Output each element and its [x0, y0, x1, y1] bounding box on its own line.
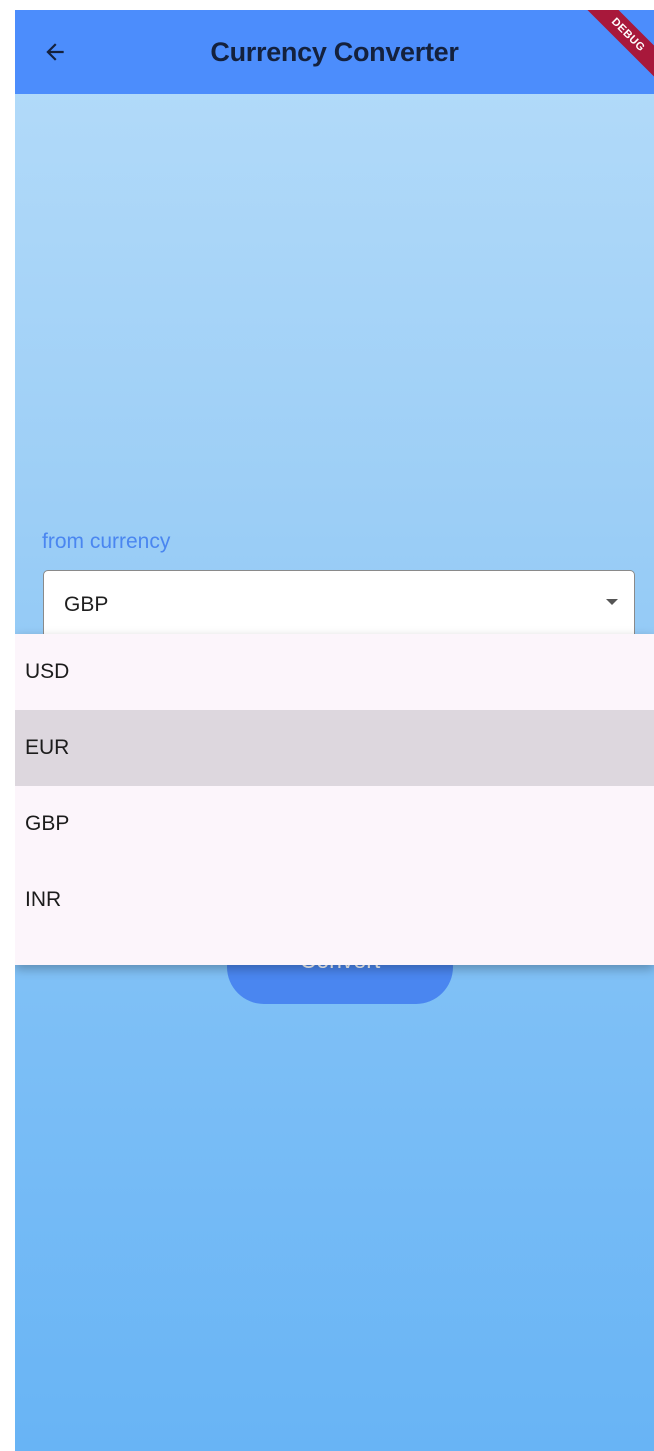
page-title: Currency Converter	[210, 37, 459, 67]
menu-item-inr[interactable]: INR	[15, 862, 654, 938]
from-currency-value: GBP	[64, 593, 109, 616]
app-screen: Currency Converter DEBUG from currency G…	[15, 10, 654, 1451]
from-currency-label: from currency	[42, 530, 171, 553]
menu-item-usd[interactable]: USD	[15, 634, 654, 710]
dropdown-arrow-icon	[606, 599, 618, 605]
screen: Currency Converter DEBUG from currency G…	[0, 0, 654, 1451]
currency-dropdown-menu: USD EUR GBP INR	[15, 634, 654, 965]
app-bar: Currency Converter DEBUG	[15, 10, 654, 94]
menu-item-eur[interactable]: EUR	[15, 710, 654, 786]
from-currency-dropdown[interactable]: GBP	[43, 570, 635, 642]
menu-item-gbp[interactable]: GBP	[15, 786, 654, 862]
